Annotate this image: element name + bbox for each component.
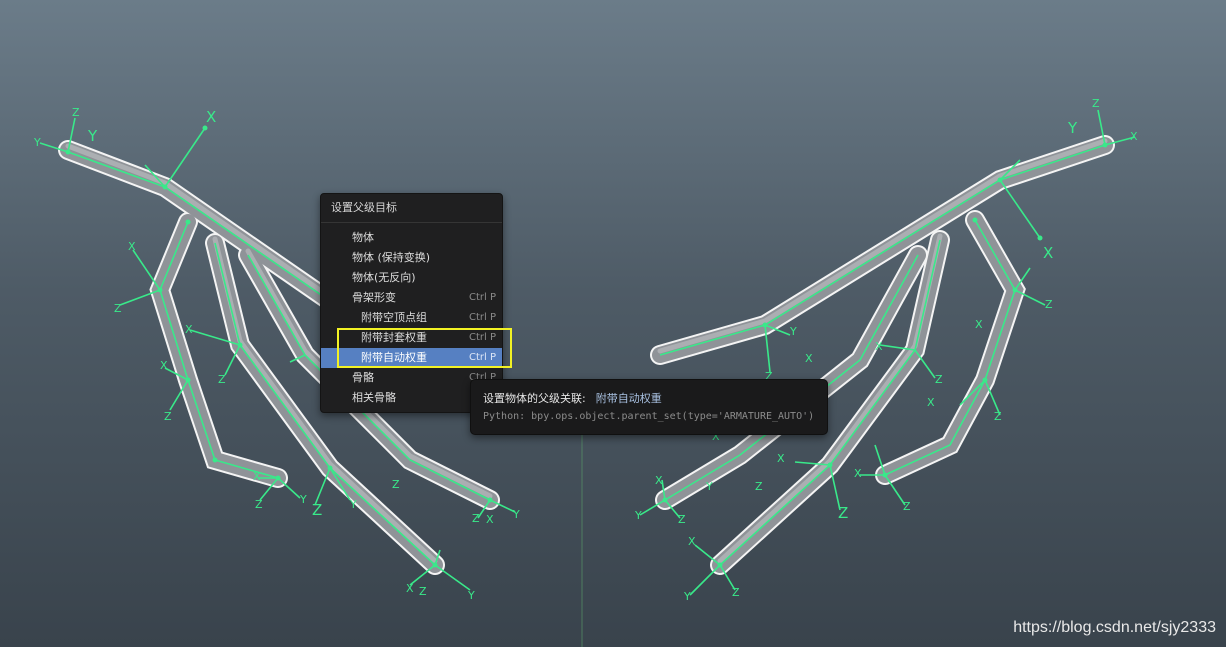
svg-text:Z: Z bbox=[732, 586, 740, 599]
menu-item-shortcut: Ctrl P bbox=[468, 332, 496, 343]
menu-item-shortcut: Ctrl P bbox=[468, 292, 496, 303]
tooltip-value: 附带自动权重 bbox=[595, 392, 662, 405]
svg-text:Y: Y bbox=[349, 498, 357, 511]
svg-text:Z: Z bbox=[935, 373, 943, 386]
menu-item-label: 物体 bbox=[352, 231, 374, 244]
svg-text:Z: Z bbox=[218, 373, 226, 386]
svg-text:Z: Z bbox=[164, 410, 172, 423]
menu-item-label: 物体 (保持变换) bbox=[352, 251, 431, 264]
menu-item-object[interactable]: 物体 bbox=[321, 228, 502, 248]
menu-title: 设置父级目标 bbox=[321, 194, 502, 223]
tooltip-label: 设置物体的父级关联: bbox=[483, 392, 586, 405]
svg-text:Y: Y bbox=[683, 590, 691, 603]
svg-text:Y: Y bbox=[467, 589, 475, 602]
menu-item-shortcut: Ctrl P bbox=[468, 312, 496, 323]
right-wing-mesh bbox=[650, 135, 1115, 575]
svg-text:X: X bbox=[185, 323, 193, 336]
menu-item-object-without-inverse[interactable]: 物体(无反向) bbox=[321, 268, 502, 288]
menu-item-with-empty-groups[interactable]: 附带空顶点组 Ctrl P bbox=[321, 308, 502, 328]
svg-text:Z: Z bbox=[994, 410, 1002, 423]
svg-text:X: X bbox=[688, 535, 696, 548]
svg-text:Y: Y bbox=[634, 509, 642, 522]
svg-text:Y: Y bbox=[789, 325, 797, 338]
right-wing-bones bbox=[639, 109, 1136, 596]
tooltip-description: 设置物体的父级关联: 附带自动权重 bbox=[483, 390, 662, 406]
svg-text:X: X bbox=[927, 396, 935, 409]
svg-text:X: X bbox=[406, 582, 414, 595]
svg-text:Z: Z bbox=[312, 501, 322, 519]
svg-text:Z: Z bbox=[255, 498, 263, 511]
svg-text:X: X bbox=[854, 467, 862, 480]
tooltip: 设置物体的父级关联: 附带自动权重 Python: bpy.ops.object.… bbox=[470, 379, 828, 435]
svg-text:Y: Y bbox=[299, 493, 307, 506]
svg-text:Y: Y bbox=[33, 136, 41, 149]
svg-text:X: X bbox=[777, 452, 785, 465]
svg-text:X: X bbox=[655, 474, 663, 487]
svg-text:Z: Z bbox=[392, 478, 400, 491]
3d-viewport[interactable]: ZY YX XZ XZ XZ XZ YZ YZ XZ YZ XY ZX YX Z… bbox=[0, 0, 1226, 647]
svg-text:Z: Z bbox=[114, 302, 122, 315]
svg-text:Y: Y bbox=[512, 508, 520, 521]
menu-item-label: 相关骨骼 bbox=[352, 391, 396, 404]
svg-text:X: X bbox=[160, 359, 168, 372]
svg-text:X: X bbox=[128, 240, 136, 253]
svg-text:X: X bbox=[206, 108, 216, 126]
menu-item-with-automatic-weights[interactable]: 附带自动权重 Ctrl P bbox=[321, 348, 502, 368]
menu-item-label: 附带自动权重 bbox=[361, 351, 427, 364]
svg-text:Z: Z bbox=[1045, 298, 1053, 311]
menu-item-label: 附带空顶点组 bbox=[361, 311, 427, 324]
bone-joints bbox=[65, 125, 1108, 568]
svg-text:Z: Z bbox=[678, 513, 686, 526]
svg-text:X: X bbox=[975, 318, 983, 331]
svg-text:Z: Z bbox=[472, 512, 480, 525]
menu-item-object-keep-transform[interactable]: 物体 (保持变换) bbox=[321, 248, 502, 268]
svg-text:Y: Y bbox=[705, 480, 713, 493]
svg-text:X: X bbox=[1043, 244, 1053, 262]
menu-item-label: 骨骼 bbox=[352, 371, 374, 384]
menu-item-armature-deform[interactable]: 骨架形变 Ctrl P bbox=[321, 288, 502, 308]
menu-item-label: 附带封套权重 bbox=[361, 331, 427, 344]
menu-item-shortcut: Ctrl P bbox=[468, 352, 496, 363]
svg-text:Z: Z bbox=[1092, 97, 1100, 110]
svg-text:Z: Z bbox=[755, 480, 763, 493]
svg-text:Y: Y bbox=[87, 127, 98, 145]
svg-text:X: X bbox=[1130, 130, 1138, 143]
svg-text:Z: Z bbox=[838, 504, 848, 522]
svg-text:X: X bbox=[486, 513, 494, 526]
svg-text:X: X bbox=[253, 470, 261, 483]
svg-text:X: X bbox=[875, 340, 883, 353]
menu-item-label: 物体(无反向) bbox=[352, 271, 416, 284]
svg-text:Z: Z bbox=[72, 106, 80, 119]
svg-text:Y: Y bbox=[1067, 119, 1078, 137]
watermark: https://blog.csdn.net/sjy2333 bbox=[1013, 619, 1216, 636]
tooltip-python: Python: bpy.ops.object.parent_set(type='… bbox=[483, 411, 815, 422]
svg-text:Z: Z bbox=[419, 585, 427, 598]
wing-armature-scene: ZY YX XZ XZ XZ XZ YZ YZ XZ YZ XY ZX YX Z… bbox=[33, 97, 1138, 647]
svg-text:Z: Z bbox=[903, 500, 911, 513]
bone-axis-labels: ZY YX XZ XZ XZ XZ YZ YZ XZ YZ XY ZX YX Z… bbox=[33, 97, 1138, 603]
menu-item-with-envelope-weights[interactable]: 附带封套权重 Ctrl P bbox=[321, 328, 502, 348]
menu-item-label: 骨架形变 bbox=[352, 291, 396, 304]
svg-text:X: X bbox=[805, 352, 813, 365]
